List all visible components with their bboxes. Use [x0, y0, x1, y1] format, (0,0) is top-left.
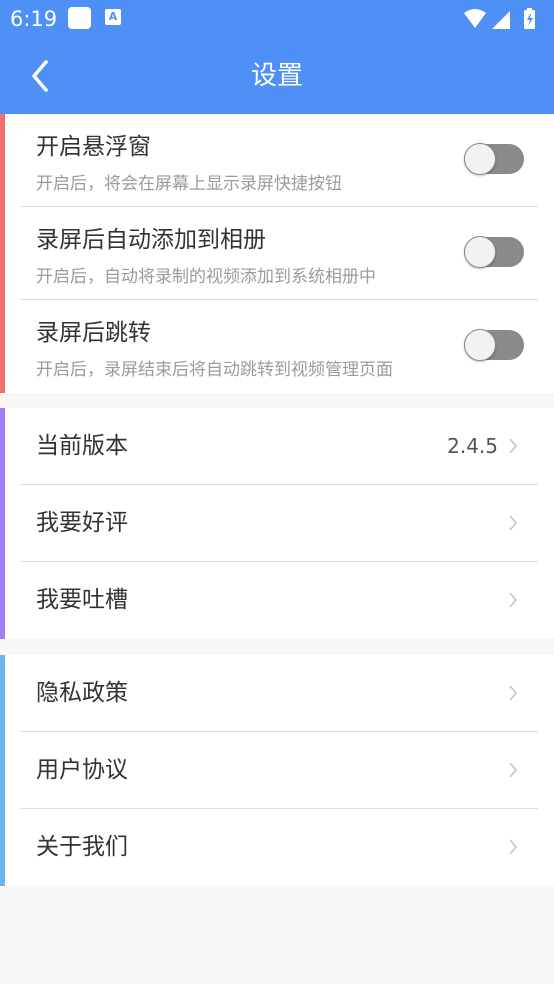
item-title: 我要好评 [36, 510, 128, 536]
chevron-right-icon [509, 839, 518, 855]
user-agreement-item[interactable]: 用户协议 [20, 732, 538, 809]
setting-subtitle: 开启后，录屏结束后将自动跳转到视频管理页面 [36, 360, 393, 380]
signal-icon [492, 11, 510, 29]
privacy-policy-item[interactable]: 隐私政策 [20, 655, 538, 732]
item-title: 当前版本 [36, 433, 128, 459]
section-accent [0, 114, 5, 393]
current-version-item[interactable]: 当前版本 2.4.5 [20, 408, 538, 485]
section-accent [0, 408, 5, 639]
setting-subtitle: 开启后，将会在屏幕上显示录屏快捷按钮 [36, 174, 342, 194]
section-legal: 隐私政策 用户协议 关于我们 [0, 655, 554, 886]
section-recording-settings: 开启悬浮窗 开启后，将会在屏幕上显示录屏快捷按钮 录屏后自动添加到相册 开启后，… [0, 114, 554, 393]
status-bar: 6:19 A [0, 0, 554, 38]
rate-app-item[interactable]: 我要好评 [20, 485, 538, 562]
wifi-icon [464, 9, 486, 28]
chevron-right-icon [509, 438, 518, 454]
setting-title: 开启悬浮窗 [36, 134, 151, 160]
chevron-right-icon [509, 762, 518, 778]
setting-subtitle: 开启后，自动将录制的视频添加到系统相册中 [36, 267, 376, 287]
about-us-item[interactable]: 关于我们 [20, 809, 538, 885]
setting-title: 录屏后自动添加到相册 [36, 227, 266, 253]
chevron-right-icon [509, 592, 518, 608]
chevron-right-icon [509, 515, 518, 531]
status-icons [464, 8, 535, 29]
section-about: 当前版本 2.4.5 我要好评 我要吐槽 [0, 408, 554, 639]
version-value: 2.4.5 [447, 434, 498, 458]
battery-icon [524, 8, 535, 29]
item-title: 关于我们 [36, 834, 128, 860]
floating-window-switch[interactable] [464, 143, 524, 175]
setting-floating-window[interactable]: 开启悬浮窗 开启后，将会在屏幕上显示录屏快捷按钮 [20, 114, 538, 207]
app-icon [68, 7, 91, 29]
section-accent [0, 655, 5, 886]
item-title: 我要吐槽 [36, 587, 128, 613]
setting-title: 录屏后跳转 [36, 320, 151, 346]
switch-knob [464, 143, 496, 175]
item-title: 隐私政策 [36, 680, 128, 706]
status-time: 6:19 [10, 7, 58, 31]
switch-knob [464, 329, 496, 361]
feedback-item[interactable]: 我要吐槽 [20, 562, 538, 638]
translate-icon: A [105, 9, 121, 25]
chevron-right-icon [509, 685, 518, 701]
item-title: 用户协议 [36, 757, 128, 783]
auto-add-album-switch[interactable] [464, 236, 524, 268]
switch-knob [464, 236, 496, 268]
setting-jump-after-record[interactable]: 录屏后跳转 开启后，录屏结束后将自动跳转到视频管理页面 [20, 300, 538, 392]
setting-auto-add-album[interactable]: 录屏后自动添加到相册 开启后，自动将录制的视频添加到系统相册中 [20, 207, 538, 300]
page-title: 设置 [250, 61, 303, 91]
app-bar: 设置 [0, 38, 554, 114]
jump-after-record-switch[interactable] [464, 329, 524, 361]
